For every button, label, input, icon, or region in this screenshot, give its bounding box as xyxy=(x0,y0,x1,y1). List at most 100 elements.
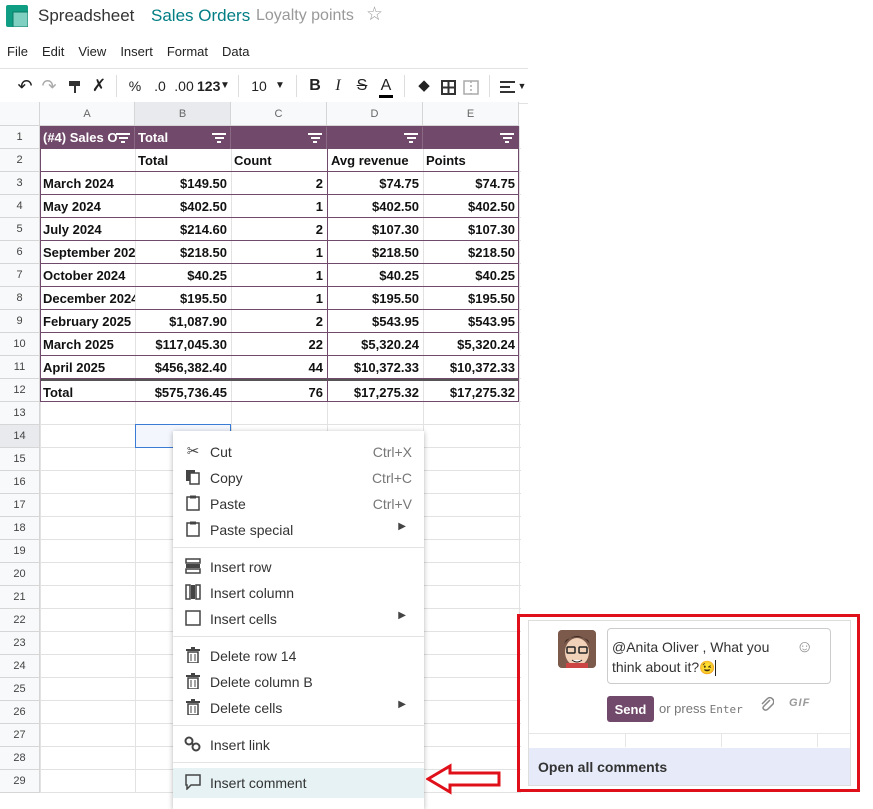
align-left-icon[interactable] xyxy=(497,69,517,103)
pivot-value-cell[interactable]: $456,382.40 xyxy=(135,356,231,379)
pivot-value-cell[interactable]: $218.50 xyxy=(327,241,423,264)
menu-format[interactable]: Format xyxy=(160,40,215,64)
column-header-a[interactable]: A xyxy=(40,102,135,126)
pivot-value-cell[interactable]: $40.25 xyxy=(327,264,423,287)
pivot-value-cell[interactable]: $402.50 xyxy=(423,195,519,218)
row-header-17[interactable]: 17 xyxy=(0,494,40,517)
filter-icon[interactable] xyxy=(404,133,418,143)
pivot-value-cell[interactable]: $402.50 xyxy=(327,195,423,218)
pivot-value-cell[interactable]: $107.30 xyxy=(423,218,519,241)
pivot-value-cell[interactable]: $74.75 xyxy=(327,172,423,195)
row-header-15[interactable]: 15 xyxy=(0,448,40,471)
filter-icon[interactable] xyxy=(500,133,514,143)
pivot-header-cell[interactable] xyxy=(231,126,327,149)
pivot-value-cell[interactable]: $1,087.90 xyxy=(135,310,231,333)
pivot-header-cell[interactable] xyxy=(423,126,519,149)
filter-icon[interactable] xyxy=(212,133,226,143)
pivot-value-cell[interactable]: $107.30 xyxy=(327,218,423,241)
pivot-value-cell[interactable]: 1 xyxy=(231,241,327,264)
chevron-down-icon[interactable]: ▼ xyxy=(274,69,286,103)
menu-insert[interactable]: Insert xyxy=(113,40,160,64)
chevron-down-icon[interactable]: ▼ xyxy=(517,69,527,103)
pivot-row-label[interactable]: April 2025 xyxy=(40,356,135,379)
pivot-value-cell[interactable]: 2 xyxy=(231,310,327,333)
row-header-25[interactable]: 25 xyxy=(0,678,40,701)
pivot-value-cell[interactable]: 1 xyxy=(231,264,327,287)
favorite-star-icon[interactable]: ☆ xyxy=(366,3,383,26)
row-header-24[interactable]: 24 xyxy=(0,655,40,678)
menu-item-insert-comment[interactable]: Insert comment xyxy=(173,768,424,798)
pivot-row-label[interactable]: March 2024 xyxy=(40,172,135,195)
row-header-7[interactable]: 7 xyxy=(0,264,40,287)
pivot-row-label[interactable]: March 2025 xyxy=(40,333,135,356)
pivot-value-cell[interactable]: $195.50 xyxy=(135,287,231,310)
column-header-b[interactable]: B xyxy=(135,102,231,126)
row-header-22[interactable]: 22 xyxy=(0,609,40,632)
gif-button[interactable]: GIF xyxy=(789,697,810,709)
pivot-row-label[interactable]: July 2024 xyxy=(40,218,135,241)
undo-icon[interactable]: ↶ xyxy=(14,69,36,103)
pivot-measure-header[interactable] xyxy=(40,149,135,172)
menu-item-insert-column[interactable]: Insert column xyxy=(173,580,424,606)
pivot-row-label[interactable]: May 2024 xyxy=(40,195,135,218)
pivot-value-cell[interactable]: $10,372.33 xyxy=(423,356,519,379)
fill-color-icon[interactable]: ◆ xyxy=(413,69,435,103)
chevron-down-icon[interactable]: ▼ xyxy=(219,69,231,103)
pivot-row-label[interactable]: October 2024 xyxy=(40,264,135,287)
italic-icon[interactable]: I xyxy=(328,69,348,103)
pivot-value-cell[interactable]: 2 xyxy=(231,172,327,195)
pivot-value-cell[interactable]: $40.25 xyxy=(135,264,231,287)
pivot-value-cell[interactable]: $543.95 xyxy=(423,310,519,333)
decrease-decimal-button[interactable]: .0 xyxy=(150,69,170,103)
menu-item-copy[interactable]: Copy Ctrl+C xyxy=(173,465,424,491)
borders-icon[interactable] xyxy=(438,69,458,103)
menu-data[interactable]: Data xyxy=(215,40,256,64)
pivot-header-cell[interactable]: Total xyxy=(135,126,231,149)
paint-format-icon[interactable] xyxy=(64,69,86,103)
clear-format-icon[interactable]: ✗ xyxy=(88,69,110,103)
menu-item-delete-column[interactable]: Delete column B xyxy=(173,669,424,695)
merge-cells-icon[interactable] xyxy=(461,69,481,103)
row-header-23[interactable]: 23 xyxy=(0,632,40,655)
row-header-10[interactable]: 10 xyxy=(0,333,40,356)
row-header-11[interactable]: 11 xyxy=(0,356,40,379)
row-header-26[interactable]: 26 xyxy=(0,701,40,724)
pivot-value-cell[interactable]: $5,320.24 xyxy=(327,333,423,356)
row-header-21[interactable]: 21 xyxy=(0,586,40,609)
menu-item-paste-special[interactable]: Paste special ▶ xyxy=(173,517,424,543)
breadcrumb-loyalty-points[interactable]: Loyalty points xyxy=(256,7,354,25)
row-header-27[interactable]: 27 xyxy=(0,724,40,747)
breadcrumb-sales-orders[interactable]: Sales Orders xyxy=(151,6,250,26)
menu-item-insert-cells[interactable]: Insert cells ▶ xyxy=(173,606,424,632)
column-header-c[interactable]: C xyxy=(231,102,327,126)
row-header-9[interactable]: 9 xyxy=(0,310,40,333)
pivot-value-cell[interactable]: 1 xyxy=(231,195,327,218)
pivot-value-cell[interactable]: $149.50 xyxy=(135,172,231,195)
pivot-value-cell[interactable]: $10,372.33 xyxy=(327,356,423,379)
font-size-select[interactable]: 10 xyxy=(250,69,268,103)
select-all-corner[interactable] xyxy=(0,102,40,126)
row-header-12[interactable]: 12 xyxy=(0,379,40,402)
menu-item-paste[interactable]: Paste Ctrl+V xyxy=(173,491,424,517)
row-header-13[interactable]: 13 xyxy=(0,402,40,425)
pivot-header-cell[interactable]: (#4) Sales O xyxy=(40,126,135,149)
pivot-value-cell[interactable]: $17,275.32 xyxy=(423,379,519,402)
bold-icon[interactable]: B xyxy=(305,69,325,103)
pivot-value-cell[interactable]: $17,275.32 xyxy=(327,379,423,402)
pivot-row-label[interactable]: September 2024 xyxy=(40,241,135,264)
number-format-button[interactable]: 123 xyxy=(197,69,220,103)
pivot-value-cell[interactable]: $402.50 xyxy=(135,195,231,218)
pivot-value-cell[interactable]: 44 xyxy=(231,356,327,379)
open-all-comments-button[interactable]: Open all comments xyxy=(529,748,850,785)
menu-view[interactable]: View xyxy=(71,40,113,64)
row-header-16[interactable]: 16 xyxy=(0,471,40,494)
pivot-value-cell[interactable]: $117,045.30 xyxy=(135,333,231,356)
column-header-d[interactable]: D xyxy=(327,102,423,126)
pivot-value-cell[interactable]: 1 xyxy=(231,287,327,310)
row-header-29[interactable]: 29 xyxy=(0,770,40,793)
column-header-e[interactable]: E xyxy=(423,102,519,126)
menu-item-delete-row[interactable]: Delete row 14 xyxy=(173,643,424,669)
pivot-value-cell[interactable]: $195.50 xyxy=(423,287,519,310)
row-header-1[interactable]: 1 xyxy=(0,126,40,149)
pivot-value-cell[interactable]: $218.50 xyxy=(135,241,231,264)
